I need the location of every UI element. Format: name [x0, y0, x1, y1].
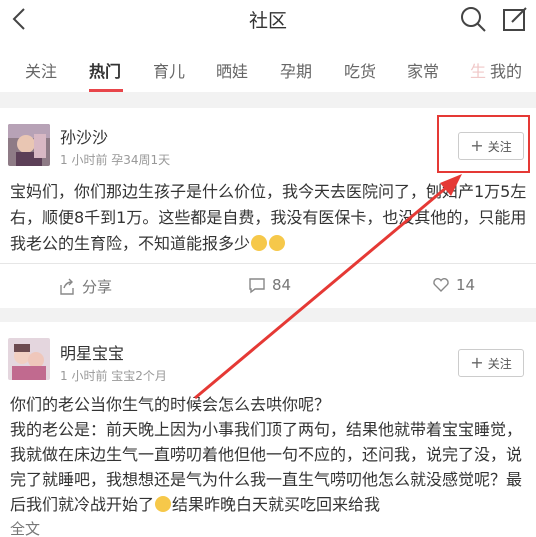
- category-tabs: 关注 热门 育儿 晒娃 孕期 吃货 家常 生 我的: [0, 40, 536, 92]
- tab-hot[interactable]: 热门: [89, 58, 121, 82]
- heart-icon: [433, 278, 449, 292]
- username[interactable]: 明星宝宝: [60, 340, 124, 364]
- plus-icon: +: [470, 353, 484, 372]
- emoji-icon: [155, 496, 172, 512]
- username[interactable]: 孙沙沙: [60, 124, 108, 148]
- tab-home[interactable]: 家常: [407, 58, 439, 82]
- top-bar: 社区: [0, 0, 536, 40]
- page-title: 社区: [248, 10, 287, 32]
- post-stage: 宝宝2个月: [111, 369, 167, 383]
- avatar-image: [8, 338, 50, 380]
- section-gap: [0, 92, 536, 108]
- comment-count: 84: [272, 276, 292, 294]
- post-time: 1 小时前: [60, 153, 108, 167]
- post-meta: 1 小时前 宝宝2个月: [60, 367, 167, 384]
- full-text-link[interactable]: 全文: [10, 518, 40, 537]
- avatar[interactable]: [8, 124, 50, 166]
- annotation-highlight-box: [437, 115, 530, 173]
- search-button[interactable]: [458, 4, 488, 34]
- tab-mine[interactable]: 我的: [490, 58, 522, 82]
- avatar-image: [8, 124, 50, 166]
- section-gap: [0, 308, 536, 322]
- tab-follow[interactable]: 关注: [25, 58, 57, 82]
- follow-button[interactable]: + 关注: [458, 349, 524, 377]
- comment-button[interactable]: 84: [248, 276, 291, 294]
- tab-foodie[interactable]: 吃货: [344, 58, 376, 82]
- post-text[interactable]: 你们的老公当你生气的时候会怎么去哄你呢？ 我的老公是：前天晚上因为小事我们顶了两…: [10, 392, 530, 517]
- post-meta: 1 小时前 孕34周1天: [60, 151, 170, 168]
- emoji-icon: [269, 235, 286, 251]
- post-stage: 孕34周1天: [111, 153, 171, 167]
- edit-icon: [503, 7, 527, 31]
- share-button[interactable]: 分享: [58, 276, 112, 297]
- post-card[interactable]: 明星宝宝 1 小时前 宝宝2个月 + 关注 你们的老公当你生气的时候会怎么去哄你…: [0, 322, 536, 537]
- tab-parenting[interactable]: 育儿: [153, 58, 185, 82]
- post-text[interactable]: 宝妈们，你们那边生孩子是什么价位，我今天去医院问了，刨妇产1万5左右，顺便8千到…: [10, 179, 530, 257]
- emoji-icon: [251, 235, 268, 251]
- like-count: 14: [456, 276, 476, 294]
- post-time: 1 小时前: [60, 369, 108, 383]
- tab-pregnancy[interactable]: 孕期: [280, 58, 312, 82]
- share-icon: [60, 278, 74, 295]
- avatar[interactable]: [8, 338, 50, 380]
- tab-partial[interactable]: 生: [470, 58, 486, 82]
- search-icon: [461, 7, 486, 32]
- comment-icon: [249, 278, 265, 294]
- divider: [0, 263, 536, 264]
- follow-label: 关注: [487, 356, 512, 371]
- share-label: 分享: [82, 278, 113, 296]
- like-button[interactable]: 14: [432, 276, 475, 294]
- tab-show-baby[interactable]: 晒娃: [216, 58, 248, 82]
- edit-button[interactable]: [500, 4, 530, 34]
